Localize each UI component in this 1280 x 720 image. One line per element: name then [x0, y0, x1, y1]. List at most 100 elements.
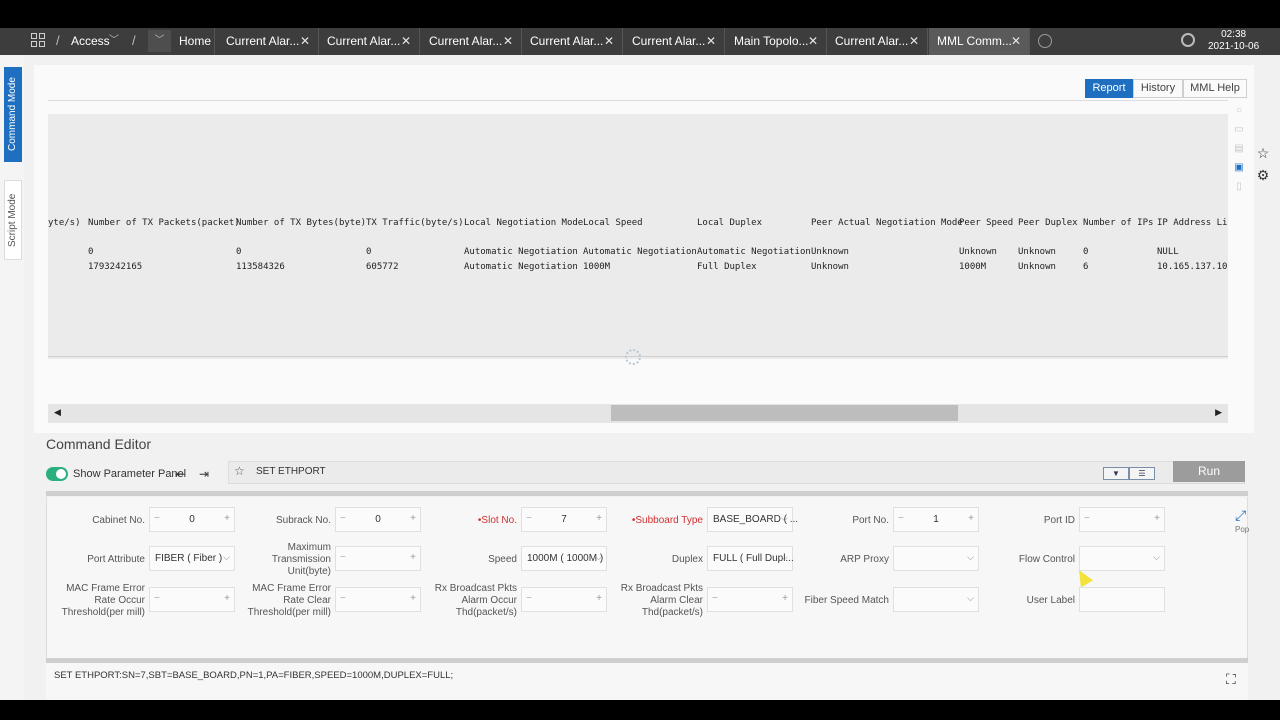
- tab-main-topology[interactable]: Main Topolo... ✕: [726, 28, 827, 55]
- command-dropdown-icon[interactable]: ▼: [1103, 467, 1129, 480]
- top-letterbox: [0, 0, 1280, 28]
- speed-select[interactable]: 1000M ( 1000M ) ⌵: [521, 546, 607, 571]
- slot-no-value: 7: [561, 514, 567, 525]
- settings-gear-icon[interactable]: ⚙: [1254, 167, 1272, 189]
- close-icon[interactable]: ✕: [808, 28, 818, 55]
- clock-date: 2021-10-06: [1208, 41, 1260, 52]
- report-header: Peer Speed: [959, 218, 1014, 228]
- rx-occur-stepper[interactable]: − +: [521, 587, 607, 612]
- tab-current-alarm-1[interactable]: Current Alar... ✕: [218, 28, 319, 55]
- pop-label[interactable]: Pop: [1235, 525, 1249, 534]
- tab-home[interactable]: Home: [171, 28, 215, 55]
- cabinet-no-stepper[interactable]: −0 +: [149, 507, 235, 532]
- expand-icon[interactable]: ⤢: [1235, 507, 1246, 524]
- user-label-input[interactable]: [1079, 587, 1165, 612]
- list-view-icon[interactable]: ☰: [1129, 467, 1155, 480]
- close-icon[interactable]: ✕: [1011, 28, 1021, 55]
- table-cell: Unknown: [1018, 262, 1056, 272]
- more-tabs-icon[interactable]: [1038, 34, 1052, 48]
- duplex-select[interactable]: FULL ( Full Dupl... ⌵: [707, 546, 794, 571]
- mtu-stepper[interactable]: − +: [335, 546, 421, 571]
- clear-icon[interactable]: ▯: [1232, 181, 1246, 200]
- history-button[interactable]: History: [1133, 79, 1183, 98]
- settings-gear-icon[interactable]: [1181, 33, 1195, 47]
- generated-command[interactable]: SET ETHPORT:SN=7,SBT=BASE_BOARD,PN=1,PA=…: [54, 670, 453, 681]
- tab-mml-command[interactable]: MML Comm... ✕: [929, 28, 1030, 55]
- apps-grid-icon[interactable]: [31, 33, 46, 48]
- command-editor-title: Command Editor: [46, 436, 152, 452]
- mac-occur-stepper[interactable]: − +: [149, 587, 235, 612]
- document-icon[interactable]: ▤: [1232, 143, 1246, 162]
- tab-current-alarm-5[interactable]: Current Alar... ✕: [624, 28, 725, 55]
- breadcrumb-access[interactable]: Access: [71, 34, 110, 48]
- table-cell: NULL: [1157, 247, 1179, 257]
- tab-current-alarm-2[interactable]: Current Alar... ✕: [319, 28, 420, 55]
- parameter-panel: Cabinet No. −0 + Subrack No. −0 + •Slot No…: [46, 497, 1249, 658]
- table-cell: 0: [88, 247, 94, 257]
- mtu-label: Maximum Transmission Unit(byte): [271, 542, 331, 577]
- table-cell: 0: [1083, 247, 1089, 257]
- breadcrumb-separator: /: [56, 33, 60, 48]
- close-icon[interactable]: ✕: [401, 28, 411, 55]
- script-mode-tab[interactable]: Script Mode: [4, 180, 22, 260]
- rx-occur-label: Rx Broadcast Pkts Alarm Occur Thd(packet…: [434, 583, 517, 618]
- horizontal-scrollbar[interactable]: ◀ ▶: [48, 404, 1228, 423]
- show-parameter-panel-toggle[interactable]: [46, 467, 68, 481]
- tree-structure-icon[interactable]: ⛶: [1226, 671, 1236, 688]
- redo-icon[interactable]: ⇥: [199, 467, 209, 481]
- tab-bar: / Access ﹀ / ﹀ Home Current Alar... ✕ Cur…: [0, 28, 1280, 55]
- speed-value: 1000M ( 1000M ): [527, 553, 604, 564]
- report-header: Local Negotiation Mode: [464, 218, 584, 228]
- report-button[interactable]: Report: [1085, 79, 1133, 98]
- table-cell: 0: [236, 247, 242, 257]
- mml-help-button[interactable]: MML Help: [1183, 79, 1247, 98]
- chevron-down-icon[interactable]: ﹀: [109, 31, 119, 46]
- close-icon[interactable]: ✕: [604, 28, 614, 55]
- star-icon[interactable]: ☆: [1254, 145, 1272, 167]
- table-cell: Unknown: [811, 262, 849, 272]
- tab-current-alarm-4[interactable]: Current Alar... ✕: [522, 28, 623, 55]
- scrollbar-thumb[interactable]: [611, 405, 958, 421]
- command-text[interactable]: SET ETHPORT: [256, 466, 326, 477]
- flow-control-select[interactable]: ⌵: [1079, 546, 1165, 571]
- favorite-star-icon[interactable]: ☆: [234, 464, 245, 478]
- slot-no-stepper[interactable]: −7 +: [521, 507, 607, 532]
- fiber-speed-label: Fiber Speed Match: [804, 595, 890, 606]
- port-attribute-select[interactable]: FIBER ( Fiber ) ⌵: [149, 546, 235, 571]
- close-icon[interactable]: ✕: [300, 28, 310, 55]
- undo-icon[interactable]: ⇤: [175, 467, 185, 481]
- search-icon[interactable]: ○: [1232, 105, 1246, 124]
- tab-current-alarm-6[interactable]: Current Alar... ✕: [827, 28, 928, 55]
- report-header: Number of TX Bytes(byte): [236, 218, 367, 228]
- tab-label: Current Alar...: [835, 34, 909, 48]
- panel-splitter[interactable]: [46, 491, 1248, 496]
- subboard-type-select[interactable]: BASE_BOARD ( ... ⌵: [707, 507, 798, 532]
- tab-list-dropdown-icon[interactable]: ﹀: [148, 30, 171, 52]
- export-icon[interactable]: ▭: [1232, 124, 1246, 143]
- scroll-right-icon[interactable]: ▶: [1215, 407, 1222, 418]
- command-input-bar[interactable]: ☆ SET ETHPORT ▼ ☰: [228, 461, 1245, 484]
- report-panel: Report History MML Help yte/s) Number of…: [34, 65, 1254, 433]
- port-no-stepper[interactable]: −1 +: [893, 507, 979, 532]
- port-id-stepper[interactable]: − +: [1079, 507, 1165, 532]
- tab-current-alarm-3[interactable]: Current Alar... ✕: [421, 28, 522, 55]
- subrack-no-stepper[interactable]: −0 +: [335, 507, 421, 532]
- save-icon[interactable]: ▣: [1232, 162, 1246, 181]
- close-icon[interactable]: ✕: [909, 28, 919, 55]
- close-icon[interactable]: ✕: [706, 28, 716, 55]
- report-header: Peer Actual Negotiation Mode: [811, 218, 963, 228]
- fiber-speed-select[interactable]: ⌵: [893, 587, 979, 612]
- arp-proxy-select[interactable]: ⌵: [893, 546, 979, 571]
- subboard-type-label: •Subboard Type: [631, 515, 703, 526]
- rx-clear-stepper[interactable]: − +: [707, 587, 793, 612]
- report-header: Peer Duplex: [1018, 218, 1078, 228]
- scroll-left-icon[interactable]: ◀: [54, 407, 61, 418]
- run-button[interactable]: Run: [1173, 461, 1245, 482]
- close-icon[interactable]: ✕: [503, 28, 513, 55]
- table-cell: Automatic Negotiation: [464, 247, 578, 257]
- chevron-down-icon: ⌵: [1153, 552, 1160, 562]
- clock: 02:38 2021-10-06: [1208, 29, 1259, 53]
- mac-clear-stepper[interactable]: − +: [335, 587, 421, 612]
- clock-time: 02:38: [1221, 29, 1247, 40]
- command-mode-tab[interactable]: Command Mode: [4, 67, 22, 162]
